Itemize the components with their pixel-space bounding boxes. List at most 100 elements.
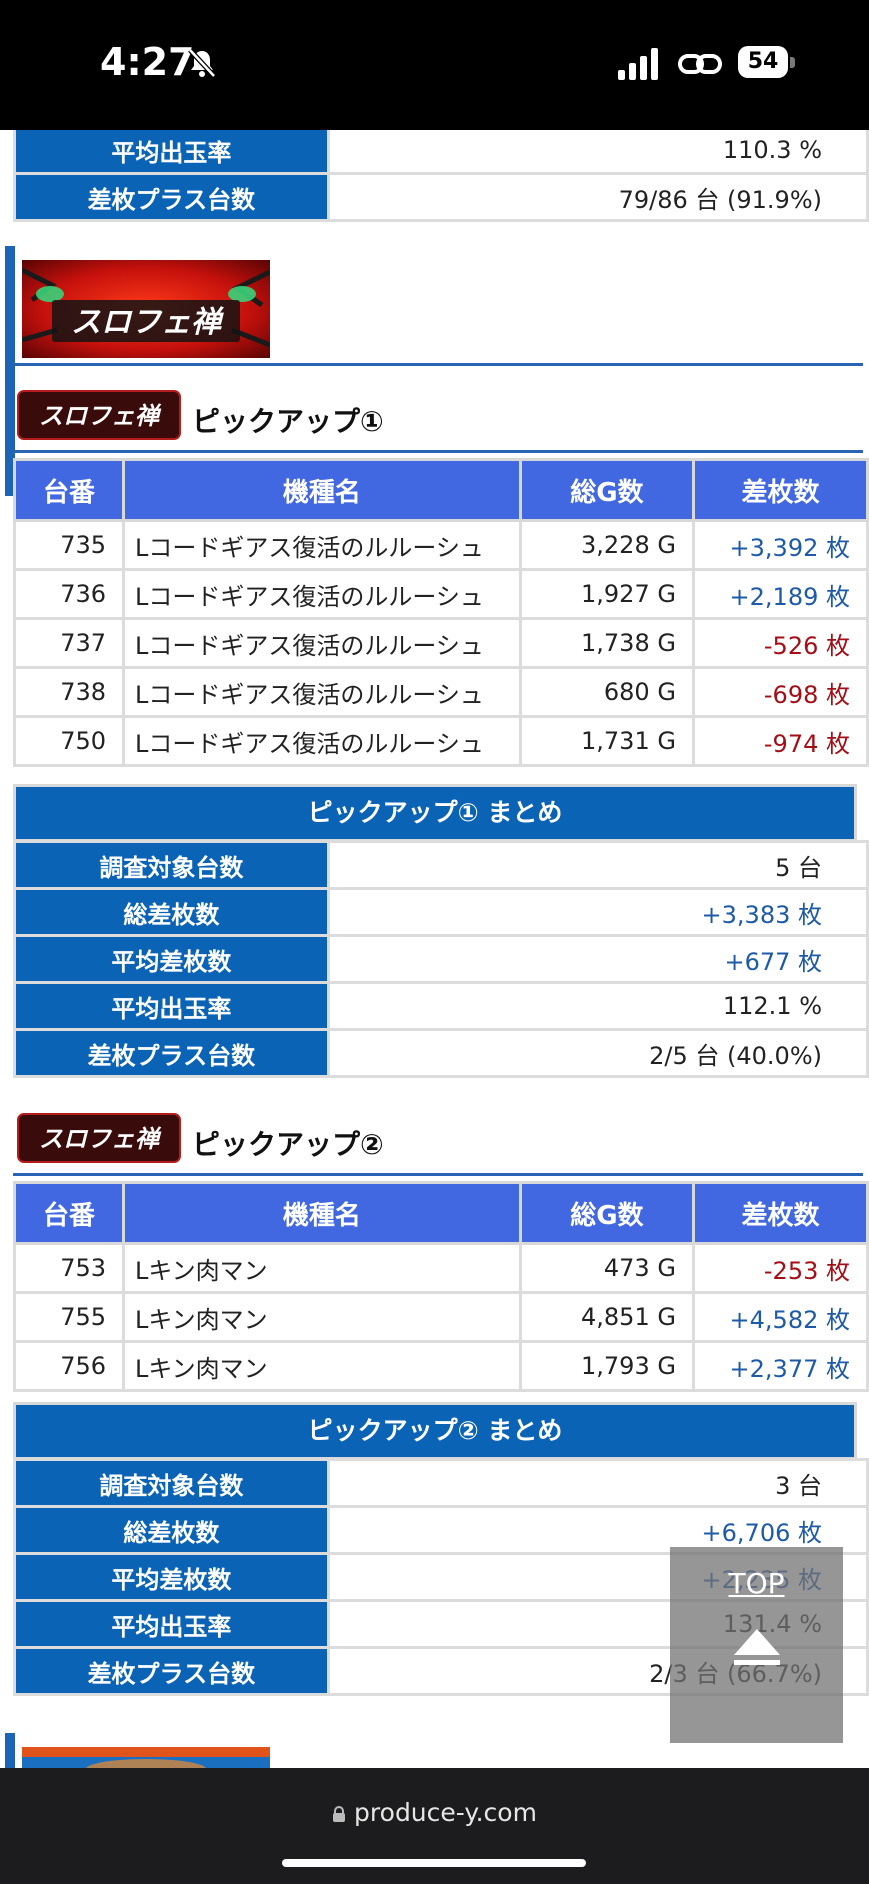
table-row: 756 Lキン肉マン 1,793 G +2,377 枚: [13, 1340, 869, 1392]
pickup2-summary-title: ピックアップ② まとめ: [13, 1402, 857, 1460]
table-header-row: 台番 機種名 総G数 差枚数: [13, 1181, 869, 1245]
machine-number: 750: [13, 715, 125, 767]
header-coin-diff: 差枚数: [691, 458, 869, 522]
table-row: 736 Lコードギアス復活のルルーシュ 1,927 G +2,189 枚: [13, 568, 869, 620]
coin-diff: -526 枚: [691, 617, 869, 669]
arrow-up-icon: [734, 1629, 780, 1665]
battery-icon: 54: [738, 46, 796, 80]
pickup-logo-text: スロフェ禅: [39, 1125, 162, 1153]
summary-value: +3,383 枚: [326, 887, 869, 937]
table-row: 753 Lキン肉マン 473 G -253 枚: [13, 1242, 869, 1294]
summary-value: +677 枚: [326, 934, 869, 984]
back-to-top-button[interactable]: TOP: [670, 1547, 843, 1743]
total-games: 473 G: [518, 1242, 695, 1294]
summary-row: 差枚プラス台数 2/5 台 (40.0%): [13, 1028, 869, 1078]
summary-value: 110.3 %: [326, 130, 869, 175]
bell-muted-icon: [188, 48, 216, 78]
summary-row: 差枚プラス台数 79/86 台 (91.9%): [13, 172, 869, 222]
url-text: produce-y.com: [354, 1798, 537, 1827]
status-bar: 4:27 54: [0, 0, 869, 130]
model-name: Lコードギアス復活のルルーシュ: [122, 568, 522, 620]
model-name: Lキン肉マン: [122, 1291, 522, 1343]
pickup1-summary-table: 調査対象台数 5 台 総差枚数 +3,383 枚 平均差枚数 +677 枚 平均…: [13, 840, 869, 1078]
section-divider: [13, 1173, 863, 1176]
total-games: 3,228 G: [518, 519, 695, 571]
total-games: 1,738 G: [518, 617, 695, 669]
machine-number: 738: [13, 666, 125, 718]
summary-row: 平均差枚数 +677 枚: [13, 934, 869, 984]
total-games: 1,927 G: [518, 568, 695, 620]
home-indicator[interactable]: [282, 1859, 586, 1867]
status-time: 4:27: [100, 40, 195, 84]
back-to-top-label: TOP: [728, 1567, 785, 1600]
header-coin-diff: 差枚数: [691, 1181, 869, 1245]
header-total-games: 総G数: [518, 1181, 695, 1245]
summary-label: 調査対象台数: [13, 1458, 330, 1508]
summary-row: 調査対象台数 5 台: [13, 840, 869, 890]
summary-value: 79/86 台 (91.9%): [326, 172, 869, 222]
personal-hotspot-icon: [678, 54, 722, 74]
coin-diff: -698 枚: [691, 666, 869, 718]
pickup1-machine-table: 台番 機種名 総G数 差枚数 735 Lコードギアス復活のルルーシュ 3,228…: [13, 458, 869, 767]
coin-diff: +3,392 枚: [691, 519, 869, 571]
section-accent-bar: [5, 1733, 15, 1768]
header-model-name: 機種名: [122, 1181, 522, 1245]
model-name: Lキン肉マン: [122, 1242, 522, 1294]
pickup2-machine-table: 台番 機種名 総G数 差枚数 753 Lキン肉マン 473 G -253 枚 7…: [13, 1181, 869, 1392]
summary-row: 平均出玉率 112.1 %: [13, 981, 869, 1031]
header-model-name: 機種名: [122, 458, 522, 522]
cellular-signal-icon: [618, 48, 658, 80]
section-divider: [13, 363, 863, 366]
summary-label: 平均出玉率: [13, 130, 330, 175]
coin-diff: -974 枚: [691, 715, 869, 767]
model-name: Lコードギアス復活のルルーシュ: [122, 617, 522, 669]
browser-address-bar[interactable]: produce-y.com: [0, 1768, 869, 1884]
table-row: 737 Lコードギアス復活のルルーシュ 1,738 G -526 枚: [13, 617, 869, 669]
machine-number: 755: [13, 1291, 125, 1343]
model-name: Lコードギアス復活のルルーシュ: [122, 519, 522, 571]
summary-label: 差枚プラス台数: [13, 172, 330, 222]
table-row: 738 Lコードギアス復活のルルーシュ 680 G -698 枚: [13, 666, 869, 718]
header-total-games: 総G数: [518, 458, 695, 522]
machine-number: 737: [13, 617, 125, 669]
summary-label: 平均出玉率: [13, 1599, 330, 1649]
coin-diff: +2,377 枚: [691, 1340, 869, 1392]
machine-number: 735: [13, 519, 125, 571]
summary-label: 差枚プラス台数: [13, 1646, 330, 1696]
model-name: Lコードギアス復活のルルーシュ: [122, 666, 522, 718]
summary-label: 総差枚数: [13, 887, 330, 937]
coin-diff: -253 枚: [691, 1242, 869, 1294]
summary-value: 112.1 %: [326, 981, 869, 1031]
pickup-title: ピックアップ②: [192, 1128, 384, 1161]
summary-value: 2/5 台 (40.0%): [326, 1028, 869, 1078]
coin-diff: +4,582 枚: [691, 1291, 869, 1343]
page-content: 平均出玉率 110.3 % 差枚プラス台数 79/86 台 (91.9%) スロ…: [0, 130, 869, 1768]
next-banner-image[interactable]: [22, 1747, 270, 1768]
table-row: 750 Lコードギアス復活のルルーシュ 1,731 G -974 枚: [13, 715, 869, 767]
summary-label: 平均差枚数: [13, 1552, 330, 1602]
url-display[interactable]: produce-y.com: [0, 1798, 869, 1827]
summary-label: 差枚プラス台数: [13, 1028, 330, 1078]
table-header-row: 台番 機種名 総G数 差枚数: [13, 458, 869, 522]
model-name: Lキン肉マン: [122, 1340, 522, 1392]
header-machine-number: 台番: [13, 1181, 125, 1245]
table-row: 735 Lコードギアス復活のルルーシュ 3,228 G +3,392 枚: [13, 519, 869, 571]
store-banner-image[interactable]: スロフェ禅: [22, 260, 270, 358]
pickup-logo-text: スロフェ禅: [39, 402, 162, 430]
prev-summary-table: 平均出玉率 110.3 % 差枚プラス台数 79/86 台 (91.9%): [13, 130, 869, 222]
section-divider: [13, 450, 863, 453]
summary-label: 平均差枚数: [13, 934, 330, 984]
table-row: 755 Lキン肉マン 4,851 G +4,582 枚: [13, 1291, 869, 1343]
pickup-title: ピックアップ①: [192, 405, 384, 438]
total-games: 680 G: [518, 666, 695, 718]
summary-label: 総差枚数: [13, 1505, 330, 1555]
summary-label: 平均出玉率: [13, 981, 330, 1031]
summary-value: 3 台: [326, 1458, 869, 1508]
summary-label: 調査対象台数: [13, 840, 330, 890]
header-machine-number: 台番: [13, 458, 125, 522]
pickup-logo-image: スロフェ禅: [17, 390, 181, 440]
machine-number: 736: [13, 568, 125, 620]
total-games: 1,731 G: [518, 715, 695, 767]
lock-icon: [333, 1806, 346, 1822]
machine-number: 753: [13, 1242, 125, 1294]
